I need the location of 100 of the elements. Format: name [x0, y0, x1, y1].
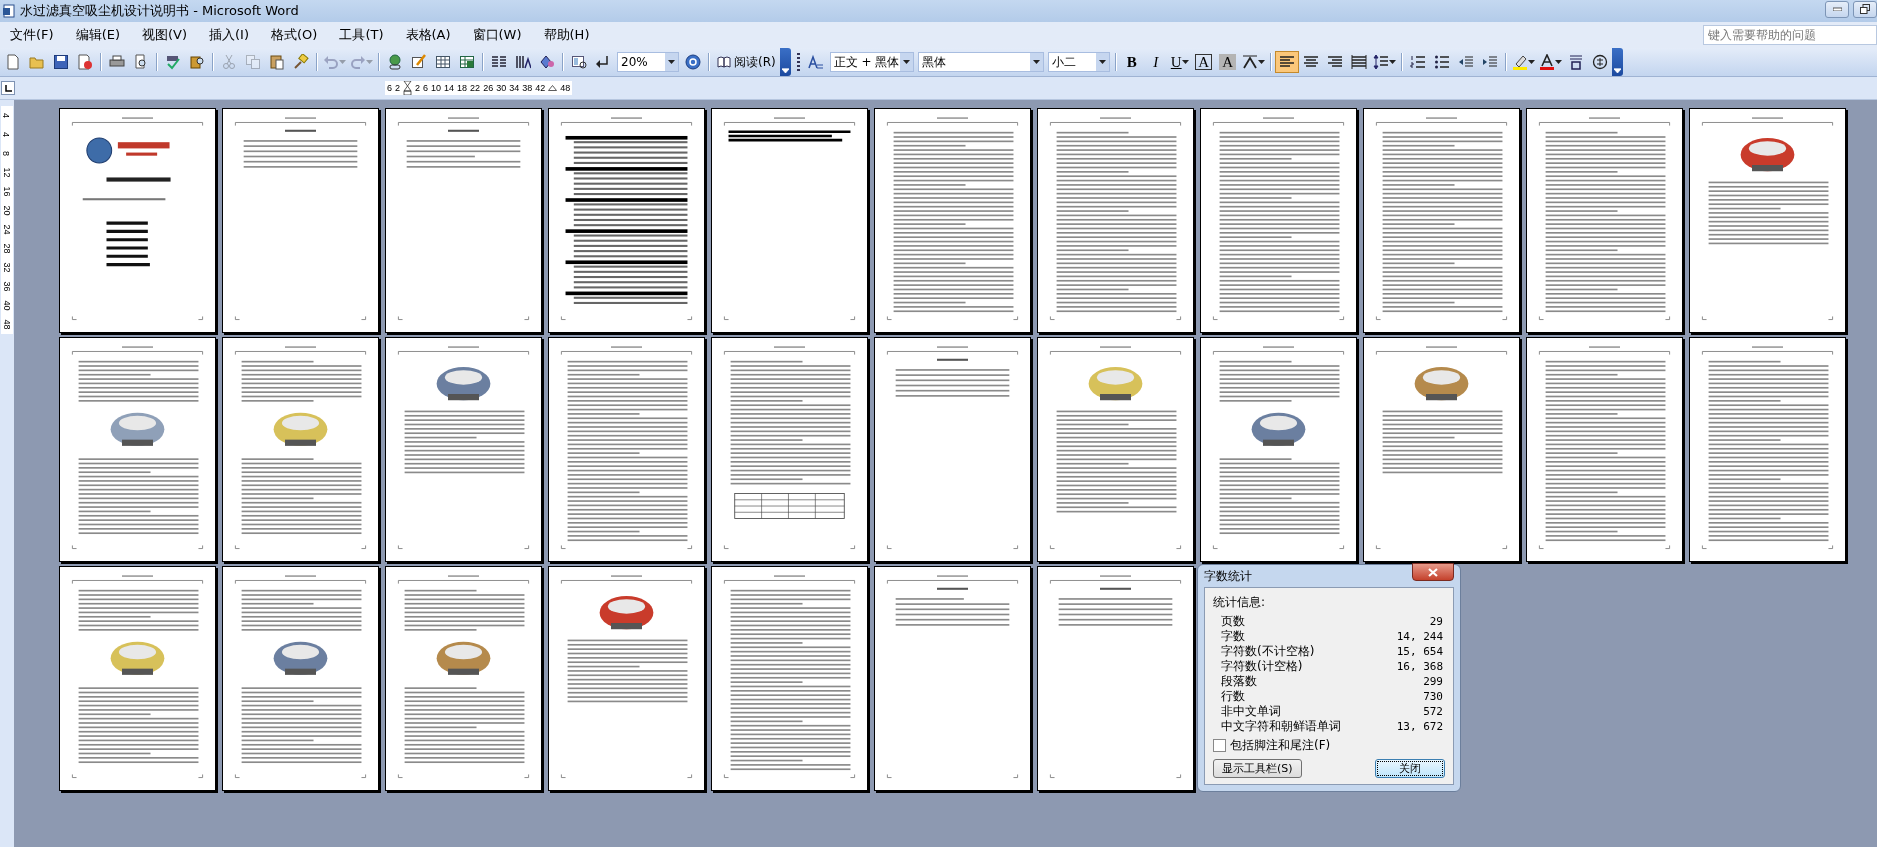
dialog-button[interactable]: 关闭 — [1375, 759, 1445, 778]
page-thumbnail[interactable] — [1526, 337, 1683, 562]
document-map-icon — [571, 54, 587, 70]
page-thumbnail[interactable] — [1689, 337, 1846, 562]
toolbar-handle[interactable] — [796, 53, 800, 71]
shapes-icon — [539, 54, 555, 70]
new-document-icon — [5, 54, 21, 70]
page-thumbnail[interactable] — [1363, 108, 1520, 333]
stat-label: 段落数 — [1221, 674, 1258, 689]
ruler-number: 4 — [1, 132, 13, 137]
menu-item[interactable]: 窗口(W) — [466, 24, 530, 46]
menu-item[interactable]: 帮助(H) — [537, 24, 598, 46]
format-button[interactable]: B — [1119, 51, 1144, 73]
page-thumbnail[interactable] — [1037, 108, 1194, 333]
menu-item[interactable]: 格式(O) — [265, 24, 326, 46]
dropdown-arrow-icon — [1388, 60, 1396, 64]
cut-icon — [221, 54, 237, 70]
ruler-number: 6 — [423, 83, 429, 93]
read-button[interactable]: 阅读(R) — [713, 51, 780, 73]
stat-value: 14, 244 — [1396, 629, 1444, 644]
ruler-number: 2 — [395, 83, 401, 93]
print-icon — [109, 54, 125, 70]
restore-button[interactable] — [1853, 0, 1877, 18]
ruler-number: 42 — [535, 83, 546, 93]
increase-indent-icon — [1481, 54, 1498, 70]
page-thumbnail[interactable] — [1037, 566, 1194, 791]
menu-item[interactable]: 插入(I) — [203, 24, 257, 46]
page-thumbnail[interactable] — [1526, 108, 1683, 333]
page-thumbnail[interactable] — [1363, 337, 1520, 562]
page-thumbnail[interactable] — [59, 337, 216, 562]
dropdown-arrow-icon — [1098, 60, 1106, 64]
minimize-icon — [1832, 7, 1842, 11]
ruler-number: 2 — [415, 83, 421, 93]
page-thumbnail[interactable] — [711, 566, 868, 791]
save-icon — [53, 54, 69, 70]
menu-item[interactable]: 工具(T) — [333, 24, 392, 46]
ruler-number: 18 — [457, 83, 468, 93]
distributed-icon — [1350, 54, 1367, 70]
dropdown-field[interactable]: 20% — [617, 52, 679, 72]
styles-icon — [807, 54, 824, 70]
dropdown-arrow-icon — [1257, 60, 1265, 64]
page-thumbnail[interactable] — [222, 566, 379, 791]
hyperlink-icon — [387, 54, 403, 70]
page-thumbnail[interactable] — [385, 566, 542, 791]
menu-item[interactable]: 文件(F) — [4, 24, 62, 46]
ruler-number: 34 — [509, 83, 520, 93]
stat-label: 行数 — [1221, 689, 1246, 704]
toolbar-button[interactable] — [1274, 51, 1299, 73]
dialog-title: 字数统计 — [1204, 567, 1253, 585]
right-indent-marker-icon — [548, 85, 558, 91]
dialog-button[interactable]: 显示工具栏(S) — [1213, 759, 1302, 778]
menu-item[interactable]: 视图(V) — [136, 24, 196, 46]
toolbar-options-button[interactable] — [779, 48, 791, 76]
dropdown-field[interactable]: 黑体 — [917, 52, 1044, 72]
menu-item[interactable]: 表格(A) — [399, 24, 459, 46]
ruler-number: 32 — [1, 262, 13, 273]
page-thumbnail[interactable] — [874, 337, 1031, 562]
stat-value: 299 — [1423, 674, 1444, 689]
help-search-field[interactable]: 键入需要帮助的问题 — [1703, 25, 1877, 45]
page-thumbnail[interactable] — [1200, 337, 1357, 562]
checkbox[interactable] — [1213, 739, 1226, 752]
ruler-number: 20 — [1, 205, 13, 216]
restore-icon — [1860, 4, 1870, 14]
dropdown-field[interactable]: 小二 — [1047, 52, 1110, 72]
page-thumbnail[interactable] — [222, 108, 379, 333]
tab-selector-button[interactable] — [1, 81, 15, 95]
toolbar-options-button[interactable] — [1611, 48, 1623, 76]
format-button[interactable]: I — [1143, 51, 1168, 73]
page-thumbnail[interactable] — [711, 108, 868, 333]
close-button[interactable] — [1412, 563, 1454, 581]
stat-value: 730 — [1423, 689, 1444, 704]
page-thumbnail[interactable] — [222, 337, 379, 562]
page-thumbnail[interactable] — [385, 337, 542, 562]
page-thumbnail[interactable] — [874, 108, 1031, 333]
page-thumbnail[interactable] — [1037, 337, 1194, 562]
highlight-icon — [1511, 54, 1528, 70]
stat-value: 13, 672 — [1396, 719, 1444, 734]
align-center-icon — [1302, 54, 1319, 70]
page-thumbnail[interactable] — [59, 108, 216, 333]
window-title: 水过滤真空吸尘机设计说明书 - Microsoft Word — [20, 2, 299, 20]
menu-item[interactable]: 编辑(E) — [69, 24, 128, 46]
print-preview-icon — [133, 54, 149, 70]
spreadsheet-icon — [459, 54, 475, 70]
page-thumbnail[interactable] — [385, 108, 542, 333]
dropdown-field[interactable]: 正文 + 黑体 — [829, 52, 914, 72]
line-spacing-icon — [1372, 54, 1389, 70]
page-thumbnail[interactable] — [548, 337, 705, 562]
format-button[interactable]: U — [1167, 51, 1192, 73]
font-color-icon — [1538, 54, 1555, 70]
page-thumbnail[interactable] — [711, 337, 868, 562]
page-thumbnail[interactable] — [1689, 108, 1846, 333]
page-thumbnail[interactable] — [1200, 108, 1357, 333]
stat-label: 字符数(计空格) — [1221, 659, 1304, 674]
page-thumbnail[interactable] — [59, 566, 216, 791]
stat-value: 29 — [1429, 614, 1444, 629]
page-thumbnail[interactable] — [874, 566, 1031, 791]
dropdown-arrow-icon — [1032, 60, 1040, 64]
page-thumbnail[interactable] — [548, 108, 705, 333]
page-thumbnail[interactable] — [548, 566, 705, 791]
close-icon — [1428, 567, 1438, 577]
